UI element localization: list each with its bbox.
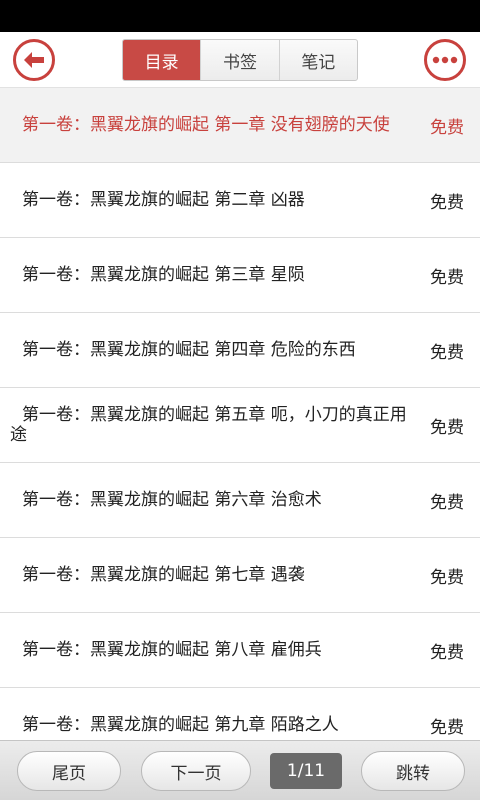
chapter-price: 免费 bbox=[430, 642, 464, 663]
chapter-title: 第一卷：黑翼龙旗的崛起 第一章 没有翅膀的天使 bbox=[22, 115, 390, 135]
pagination-bar: 尾页 下一页 1/11 跳转 bbox=[0, 740, 480, 800]
chapter-row[interactable]: 第一卷：黑翼龙旗的崛起 第一章 没有翅膀的天使 免费 bbox=[0, 88, 480, 163]
tab-catalog[interactable]: 目录 bbox=[123, 40, 202, 80]
tab-bookmarks[interactable]: 书签 bbox=[201, 40, 280, 80]
more-dots-icon bbox=[432, 56, 458, 64]
header: 目录 书签 笔记 bbox=[0, 32, 480, 88]
chapter-price: 免费 bbox=[430, 267, 464, 288]
chapter-row[interactable]: 第一卷：黑翼龙旗的崛起 第七章 遇袭 免费 bbox=[0, 538, 480, 613]
chapter-list[interactable]: 第一卷：黑翼龙旗的崛起 第一章 没有翅膀的天使 免费 第一卷：黑翼龙旗的崛起 第… bbox=[0, 88, 480, 740]
chapter-row[interactable]: 第一卷：黑翼龙旗的崛起 第九章 陌路之人 免费 bbox=[0, 688, 480, 740]
chapter-price: 免费 bbox=[430, 117, 464, 138]
chapter-price: 免费 bbox=[430, 567, 464, 588]
chapter-title: 第一卷：黑翼龙旗的崛起 第八章 雇佣兵 bbox=[22, 640, 322, 660]
page-indicator: 1/11 bbox=[270, 753, 342, 789]
status-bar bbox=[0, 0, 480, 32]
chapter-row[interactable]: 第一卷：黑翼龙旗的崛起 第六章 治愈术 免费 bbox=[0, 463, 480, 538]
more-button[interactable] bbox=[424, 39, 466, 81]
jump-button[interactable]: 跳转 bbox=[361, 751, 465, 791]
chapter-row[interactable]: 第一卷：黑翼龙旗的崛起 第五章 呃，小刀的真正用途 免费 bbox=[0, 388, 480, 463]
chapter-row[interactable]: 第一卷：黑翼龙旗的崛起 第八章 雇佣兵 免费 bbox=[0, 613, 480, 688]
chapter-title: 第一卷：黑翼龙旗的崛起 第三章 星陨 bbox=[22, 265, 305, 285]
next-page-button[interactable]: 下一页 bbox=[141, 751, 251, 791]
chapter-title: 第一卷：黑翼龙旗的崛起 第五章 呃，小刀的真正用途 bbox=[10, 405, 407, 445]
chapter-title: 第一卷：黑翼龙旗的崛起 第七章 遇袭 bbox=[22, 565, 305, 585]
back-button[interactable] bbox=[13, 39, 55, 81]
tab-bar: 目录 书签 笔记 bbox=[122, 39, 358, 81]
tab-notes[interactable]: 笔记 bbox=[280, 40, 357, 80]
chapter-title: 第一卷：黑翼龙旗的崛起 第六章 治愈术 bbox=[22, 490, 322, 510]
chapter-price: 免费 bbox=[430, 717, 464, 738]
chapter-price: 免费 bbox=[430, 492, 464, 513]
chapter-title: 第一卷：黑翼龙旗的崛起 第九章 陌路之人 bbox=[22, 715, 339, 735]
chapter-title: 第一卷：黑翼龙旗的崛起 第四章 危险的东西 bbox=[22, 340, 356, 360]
chapter-row[interactable]: 第一卷：黑翼龙旗的崛起 第二章 凶器 免费 bbox=[0, 163, 480, 238]
chapter-row[interactable]: 第一卷：黑翼龙旗的崛起 第四章 危险的东西 免费 bbox=[0, 313, 480, 388]
chapter-price: 免费 bbox=[430, 417, 464, 438]
last-page-button[interactable]: 尾页 bbox=[17, 751, 121, 791]
chapter-title: 第一卷：黑翼龙旗的崛起 第二章 凶器 bbox=[22, 190, 305, 210]
chapter-price: 免费 bbox=[430, 192, 464, 213]
back-arrow-icon bbox=[24, 52, 44, 68]
chapter-price: 免费 bbox=[430, 342, 464, 363]
chapter-row[interactable]: 第一卷：黑翼龙旗的崛起 第三章 星陨 免费 bbox=[0, 238, 480, 313]
